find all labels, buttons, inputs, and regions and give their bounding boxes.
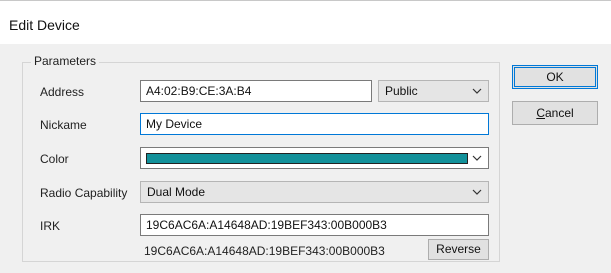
chevron-down-icon: [472, 155, 482, 161]
edit-device-dialog: Edit Device Parameters Address A4:02:B9:…: [0, 0, 611, 273]
cancel-button[interactable]: Cancel: [512, 101, 598, 125]
radio-capability-label: Radio Capability: [40, 186, 128, 200]
color-dropdown[interactable]: [140, 147, 489, 169]
ok-button[interactable]: OK: [512, 65, 598, 89]
title-bar[interactable]: Edit Device: [0, 0, 611, 44]
color-swatch: [146, 153, 468, 164]
window-title: Edit Device: [9, 17, 80, 33]
chevron-down-icon: [472, 88, 482, 94]
parameters-group-label: Parameters: [31, 54, 100, 68]
irk-reversed-display: 19C6AC6A:A14648AD:19BEF343:00B000B3: [144, 244, 385, 258]
parameters-group: Parameters Address A4:02:B9:CE:3A:B4 Pub…: [22, 54, 500, 262]
irk-label: IRK: [40, 219, 61, 233]
radio-capability-value: Dual Mode: [147, 185, 206, 199]
color-label: Color: [40, 152, 69, 166]
reverse-button[interactable]: Reverse: [428, 239, 489, 260]
radio-capability-dropdown[interactable]: Dual Mode: [140, 181, 489, 203]
address-type-value: Public: [385, 84, 418, 98]
nickname-label: Nickame: [40, 118, 87, 132]
address-type-dropdown[interactable]: Public: [378, 80, 489, 102]
irk-input[interactable]: 19C6AC6A:A14648AD:19BEF343:00B000B3: [140, 214, 489, 236]
dialog-body: Parameters Address A4:02:B9:CE:3A:B4 Pub…: [0, 44, 611, 273]
nickname-input[interactable]: My Device: [140, 113, 489, 135]
address-input[interactable]: A4:02:B9:CE:3A:B4: [140, 80, 372, 102]
chevron-down-icon: [472, 189, 482, 195]
address-label: Address: [40, 85, 85, 99]
cancel-button-label: Cancel: [536, 106, 574, 120]
